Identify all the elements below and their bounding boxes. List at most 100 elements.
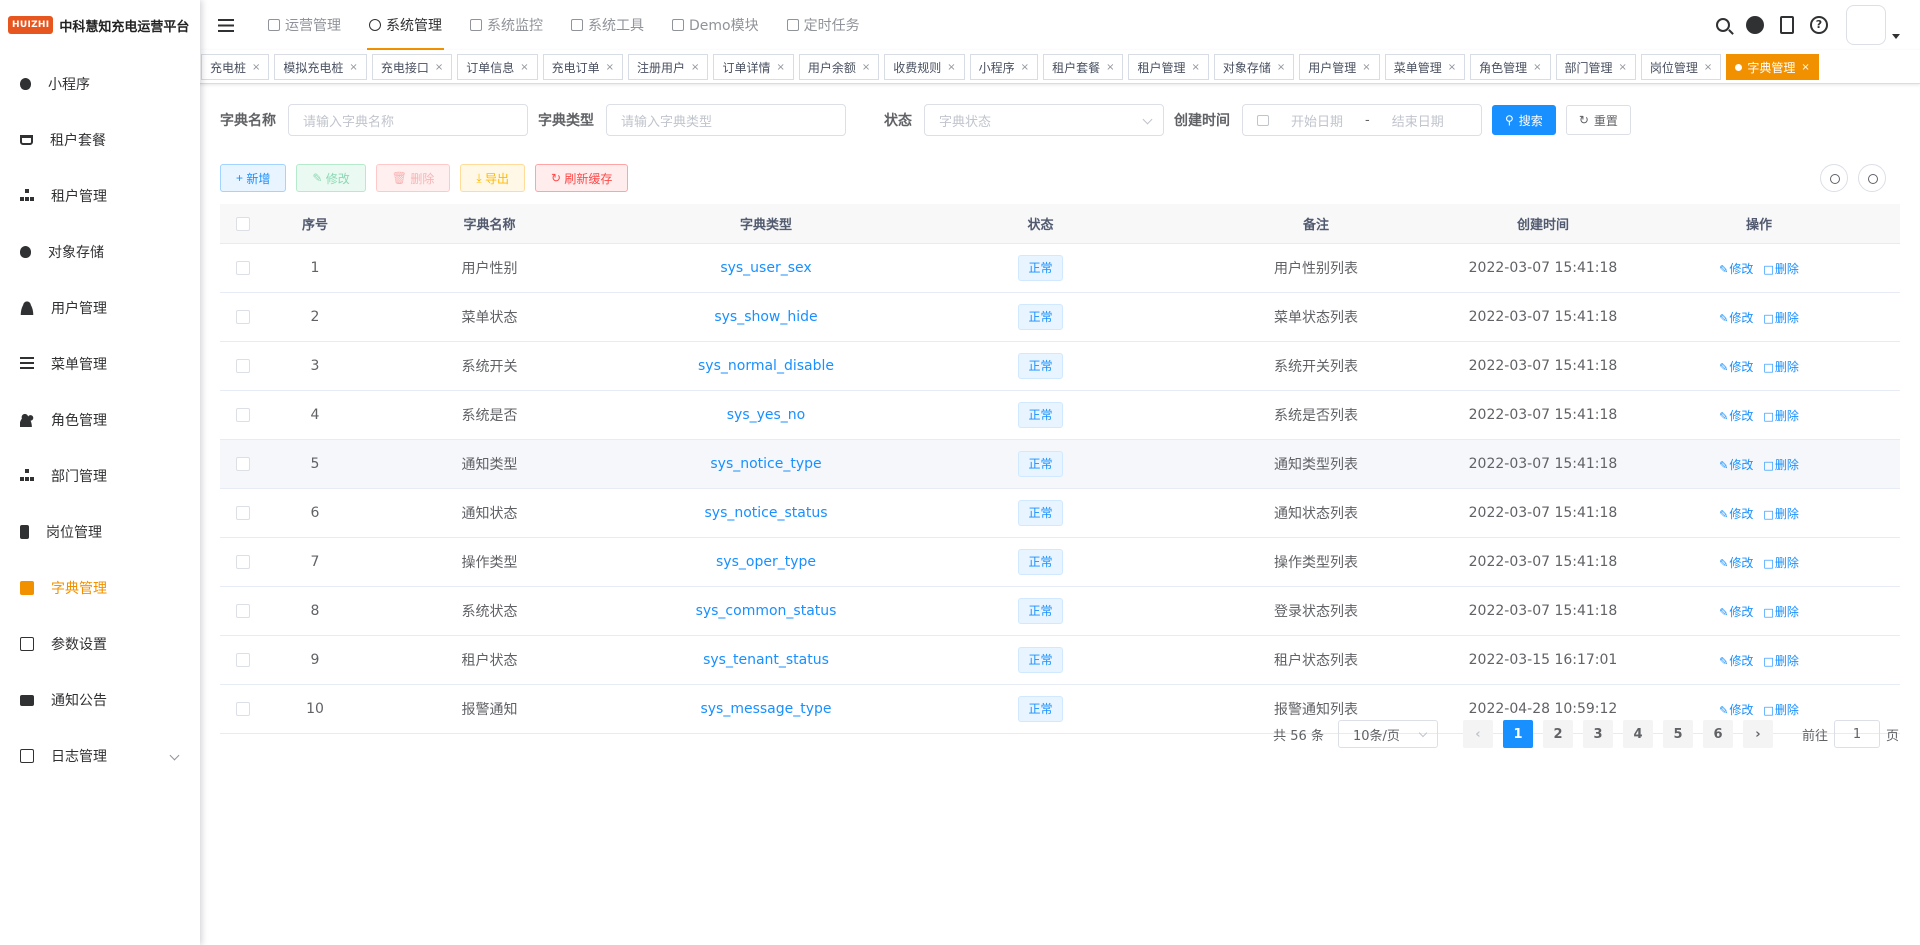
row-delete-button[interactable]: □删除	[1763, 262, 1798, 276]
row-edit-button[interactable]: ✎修改	[1719, 703, 1753, 717]
sidebar-item[interactable]: 字典管理	[0, 560, 200, 616]
table-row[interactable]: 7 操作类型 sys_oper_type 正常 操作类型列表 2022-03-07 15:…	[220, 538, 1900, 587]
refresh-table-icon[interactable]	[1858, 164, 1886, 192]
tag-item[interactable]: 小程序 ×	[969, 54, 1039, 80]
row-delete-button[interactable]: □删除	[1763, 605, 1798, 619]
dict-type-input[interactable]: 请输入字典类型	[606, 104, 846, 136]
row-edit-button[interactable]: ✎修改	[1719, 556, 1753, 570]
close-icon[interactable]: ×	[435, 62, 443, 73]
row-checkbox[interactable]	[236, 702, 250, 716]
tag-item[interactable]: 对象存储 ×	[1213, 54, 1295, 80]
row-delete-button[interactable]: □删除	[1763, 507, 1798, 521]
close-icon[interactable]: ×	[1448, 62, 1456, 73]
tag-item[interactable]: 收费规则 ×	[884, 54, 965, 80]
search-icon[interactable]	[1716, 18, 1730, 32]
table-row[interactable]: 6 通知状态 sys_notice_status 正常 通知状态列表 2022-03-07…	[220, 489, 1900, 538]
topnav-item[interactable]: 系统监控	[456, 0, 557, 50]
row-dict-type-link[interactable]: sys_common_status	[696, 603, 837, 619]
row-checkbox[interactable]	[236, 261, 250, 275]
topnav-item[interactable]: 系统管理	[355, 0, 456, 50]
close-icon[interactable]: ×	[1277, 62, 1285, 73]
page-number-button[interactable]: 4	[1622, 720, 1653, 748]
tag-item[interactable]: 注册用户 ×	[628, 54, 709, 80]
row-dict-type-link[interactable]: sys_normal_disable	[698, 358, 834, 374]
tag-item[interactable]: 角色管理 ×	[1470, 54, 1551, 80]
row-edit-button[interactable]: ✎修改	[1719, 507, 1753, 521]
next-page-button[interactable]: ›	[1742, 720, 1773, 748]
row-edit-button[interactable]: ✎修改	[1719, 605, 1753, 619]
tag-item[interactable]: 字典管理 ×	[1726, 54, 1819, 80]
topnav-item[interactable]: 运营管理	[254, 0, 355, 50]
sidebar-item[interactable]: 对象存储	[0, 224, 200, 280]
table-row[interactable]: 5 通知类型 sys_notice_type 正常 通知类型列表 2022-03-07 1…	[220, 440, 1900, 489]
row-checkbox[interactable]	[236, 408, 250, 422]
add-button[interactable]: + 新增	[220, 164, 287, 192]
close-icon[interactable]: ×	[520, 62, 528, 73]
close-icon[interactable]: ×	[1704, 62, 1712, 73]
row-delete-button[interactable]: □删除	[1763, 458, 1798, 472]
start-date-input[interactable]: 开始日期	[1291, 111, 1343, 130]
sidebar-item[interactable]: 用户管理	[0, 280, 200, 336]
row-edit-button[interactable]: ✎修改	[1719, 409, 1753, 423]
date-range-picker[interactable]: 开始日期 - 结束日期	[1242, 104, 1482, 136]
close-icon[interactable]: ×	[1191, 62, 1199, 73]
close-icon[interactable]: ×	[349, 62, 357, 73]
row-checkbox[interactable]	[236, 555, 250, 569]
close-icon[interactable]: ×	[606, 62, 614, 73]
close-icon[interactable]: ×	[1362, 62, 1370, 73]
search-button[interactable]: ⚲ 搜索	[1492, 105, 1556, 135]
row-dict-type-link[interactable]: sys_oper_type	[716, 554, 816, 570]
tag-item[interactable]: 订单详情 ×	[713, 54, 794, 80]
page-number-button[interactable]: 5	[1662, 720, 1693, 748]
row-dict-type-link[interactable]: sys_notice_type	[710, 456, 821, 472]
tag-item[interactable]: 用户余额 ×	[798, 54, 880, 80]
row-edit-button[interactable]: ✎修改	[1719, 360, 1753, 374]
row-edit-button[interactable]: ✎修改	[1719, 262, 1753, 276]
close-icon[interactable]: ×	[776, 62, 784, 73]
close-icon[interactable]: ×	[1106, 62, 1114, 73]
page-size-select[interactable]: 10条/页	[1337, 720, 1438, 748]
row-dict-type-link[interactable]: sys_show_hide	[714, 309, 817, 325]
close-icon[interactable]: ×	[252, 62, 260, 73]
close-icon[interactable]: ×	[862, 62, 870, 73]
tag-item[interactable]: 充电订单 ×	[542, 54, 624, 80]
row-edit-button[interactable]: ✎修改	[1719, 311, 1753, 325]
dict-name-input[interactable]: 请输入字典名称	[288, 104, 528, 136]
row-dict-type-link[interactable]: sys_notice_status	[704, 505, 827, 521]
row-dict-type-link[interactable]: sys_message_type	[700, 701, 831, 717]
sidebar-item[interactable]: 角色管理	[0, 392, 200, 448]
sidebar-item[interactable]: 租户管理	[0, 168, 200, 224]
sidebar-item[interactable]: 通知公告	[0, 672, 200, 728]
row-dict-type-link[interactable]: sys_yes_no	[727, 407, 806, 423]
page-number-button[interactable]: 1	[1502, 720, 1533, 748]
sidebar-item[interactable]: 小程序	[0, 56, 200, 112]
table-row[interactable]: 2 菜单状态 sys_show_hide 正常 菜单状态列表 2022-03-07 15:…	[220, 293, 1900, 342]
row-checkbox[interactable]	[236, 310, 250, 324]
close-icon[interactable]: ×	[1801, 62, 1809, 73]
row-checkbox[interactable]	[236, 653, 250, 667]
row-delete-button[interactable]: □删除	[1763, 654, 1798, 668]
row-edit-button[interactable]: ✎修改	[1719, 458, 1753, 472]
caret-down-icon[interactable]	[1892, 33, 1900, 39]
row-checkbox[interactable]	[236, 506, 250, 520]
row-delete-button[interactable]: □删除	[1763, 311, 1798, 325]
logo[interactable]: HUIZHI 中科慧知充电运营平台	[0, 0, 200, 50]
row-delete-button[interactable]: □删除	[1763, 703, 1798, 717]
close-icon[interactable]: ×	[1619, 62, 1627, 73]
close-icon[interactable]: ×	[1533, 62, 1541, 73]
tag-item[interactable]: 岗位管理 ×	[1640, 54, 1722, 80]
toggle-search-icon[interactable]	[1820, 164, 1848, 192]
hamburger-icon[interactable]	[218, 18, 234, 32]
tag-item[interactable]: 订单信息 ×	[457, 54, 538, 80]
tag-item[interactable]: 模拟充电桩 ×	[274, 54, 367, 80]
close-icon[interactable]: ×	[691, 62, 699, 73]
tag-item[interactable]: 部门管理 ×	[1555, 54, 1636, 80]
row-checkbox[interactable]	[236, 604, 250, 618]
row-dict-type-link[interactable]: sys_tenant_status	[703, 652, 829, 668]
sidebar-item[interactable]: 日志管理	[0, 728, 200, 784]
refresh-cache-button[interactable]: ↻ 刷新缓存	[535, 164, 629, 192]
tag-item[interactable]: 租户管理 ×	[1128, 54, 1209, 80]
table-row[interactable]: 1 用户性别 sys_user_sex 正常 用户性别列表 2022-03-07 15:4…	[220, 244, 1900, 293]
tag-item[interactable]: 租户套餐 ×	[1043, 54, 1124, 80]
row-edit-button[interactable]: ✎修改	[1719, 654, 1753, 668]
